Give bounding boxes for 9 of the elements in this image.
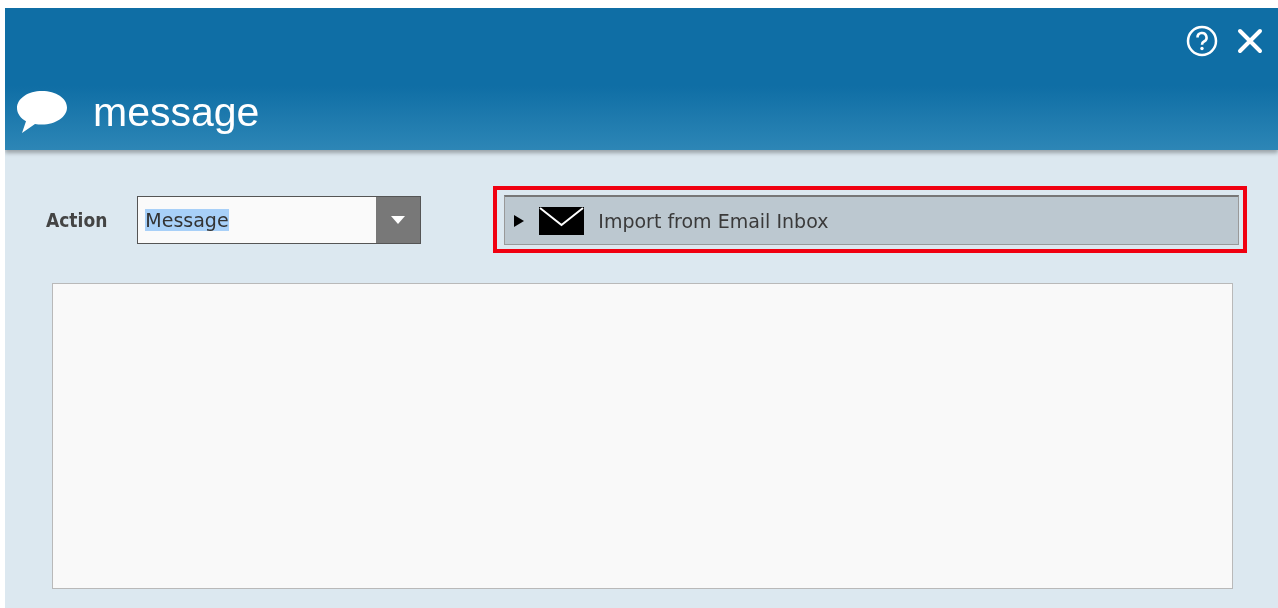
action-label: Action [46,208,108,231]
envelope-icon [539,206,585,235]
help-icon [1186,25,1218,57]
import-expander[interactable]: Import from Email Inbox [504,195,1239,245]
window-title: message [93,88,260,136]
speech-bubble-icon [15,89,69,135]
action-dropdown[interactable]: Message [137,195,422,244]
close-icon [1236,27,1264,55]
caret-icon [391,215,406,224]
